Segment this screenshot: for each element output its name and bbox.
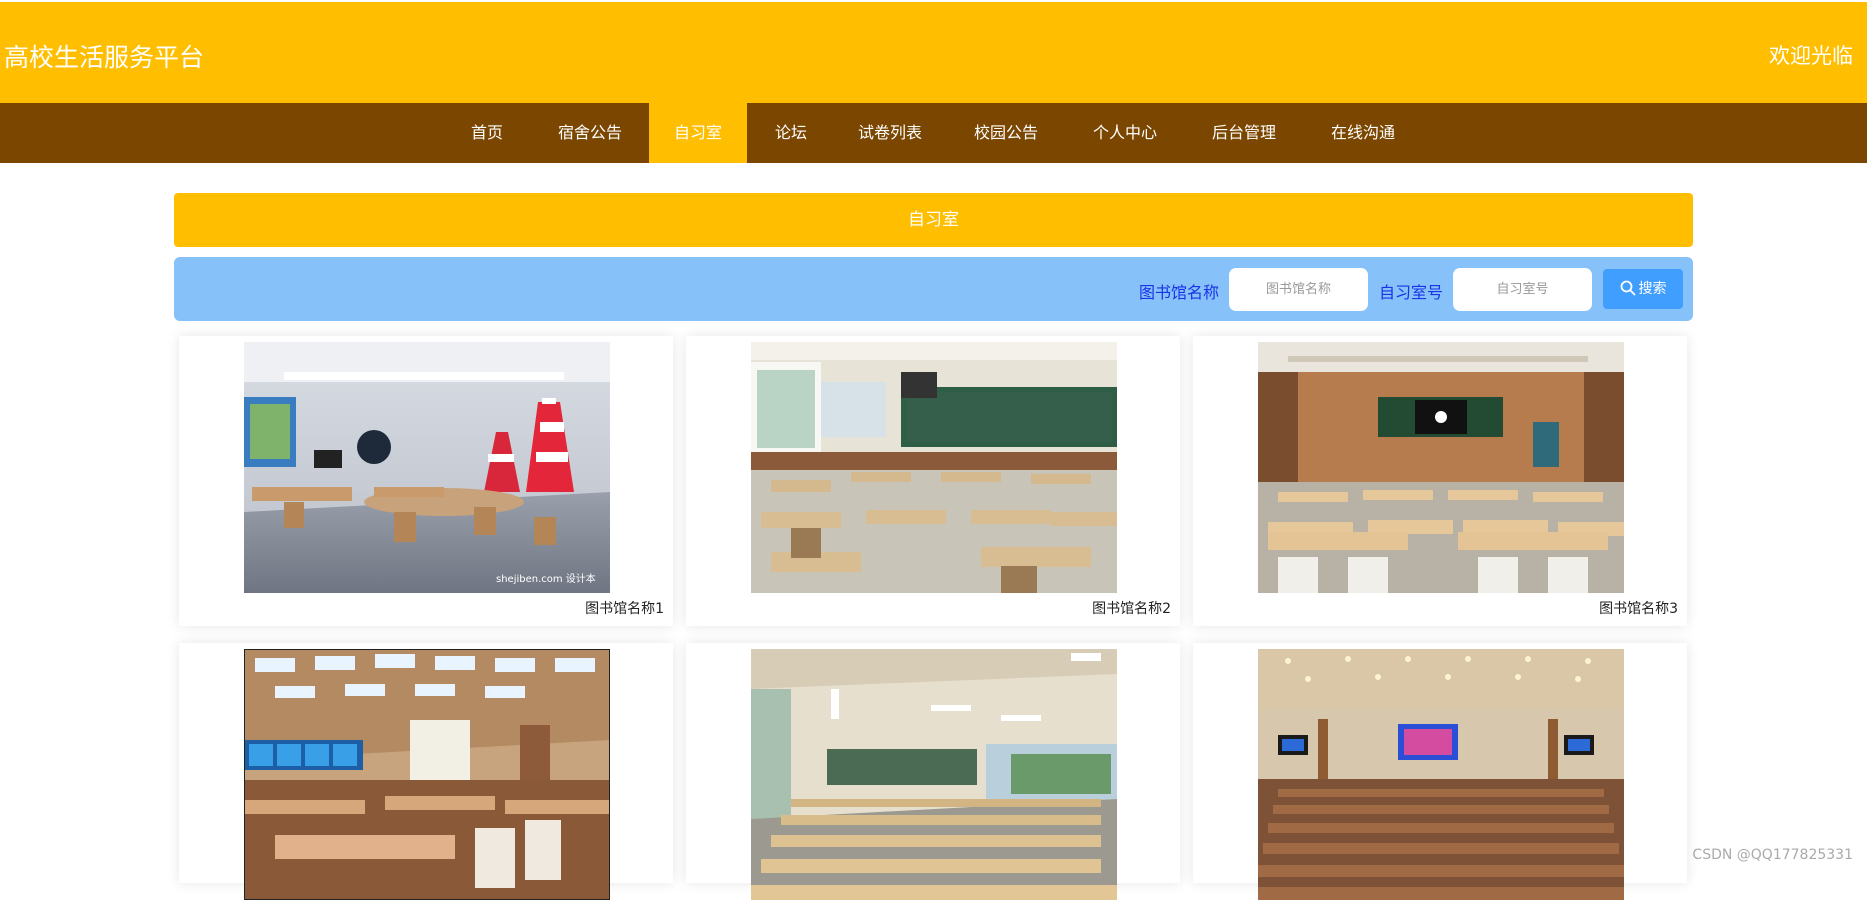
nav-item-chat[interactable]: 在线沟通 bbox=[1323, 103, 1403, 163]
library-name-input[interactable] bbox=[1229, 268, 1368, 311]
nav-item-forum[interactable]: 论坛 bbox=[767, 103, 815, 163]
room-image[interactable] bbox=[1258, 342, 1624, 593]
nav-item-profile[interactable]: 个人中心 bbox=[1085, 103, 1165, 163]
room-image[interactable] bbox=[244, 649, 610, 900]
library-name-label: 图书馆名称 bbox=[1139, 283, 1220, 302]
nav-item-study-room[interactable]: 自习室 bbox=[649, 103, 747, 163]
search-button[interactable]: 搜索 bbox=[1603, 269, 1683, 309]
room-number-label: 自习室号 bbox=[1379, 283, 1444, 302]
nav-item-admin[interactable]: 后台管理 bbox=[1204, 103, 1284, 163]
room-image[interactable] bbox=[1258, 649, 1624, 900]
welcome-text: 欢迎光临 bbox=[1769, 44, 1853, 68]
room-card-2[interactable]: 图书馆名称2 bbox=[686, 336, 1180, 626]
nav-item-exam-list[interactable]: 试卷列表 bbox=[850, 103, 930, 163]
room-caption: 图书馆名称2 bbox=[1092, 601, 1171, 617]
nav-item-campus-notice[interactable]: 校园公告 bbox=[966, 103, 1046, 163]
room-caption: 图书馆名称3 bbox=[1599, 601, 1678, 617]
room-card-1[interactable]: shejiben.com 设计本 图书馆名称1 bbox=[179, 336, 673, 626]
header-bar: 高校生活服务平台 欢迎光临 bbox=[0, 2, 1867, 103]
room-card-6[interactable] bbox=[1193, 643, 1687, 900]
nav-item-dorm-notice[interactable]: 宿舍公告 bbox=[550, 103, 630, 163]
room-card-3[interactable]: 图书馆名称3 bbox=[1193, 336, 1687, 626]
room-caption: 图书馆名称1 bbox=[585, 601, 664, 617]
image-watermark: shejiben.com 设计本 bbox=[496, 572, 596, 585]
room-number-input[interactable] bbox=[1453, 268, 1592, 311]
site-title: 高校生活服务平台 bbox=[4, 43, 205, 72]
nav-item-home[interactable]: 首页 bbox=[459, 103, 515, 163]
room-image[interactable] bbox=[751, 649, 1117, 900]
section-title: 自习室 bbox=[174, 193, 1693, 247]
search-icon bbox=[1620, 280, 1635, 296]
main-nav: 首页 宿舍公告 自习室 论坛 试卷列表 校园公告 个人中心 后台管理 在线沟通 bbox=[0, 103, 1867, 163]
search-bar: 图书馆名称 自习室号 搜索 bbox=[174, 257, 1693, 321]
csdn-watermark: CSDN @QQ177825331 bbox=[1692, 847, 1853, 863]
room-card-5[interactable] bbox=[686, 643, 1180, 900]
search-button-label: 搜索 bbox=[1638, 281, 1667, 297]
room-image[interactable]: shejiben.com 设计本 bbox=[244, 342, 610, 593]
room-card-4[interactable] bbox=[179, 643, 673, 900]
room-image[interactable] bbox=[751, 342, 1117, 593]
